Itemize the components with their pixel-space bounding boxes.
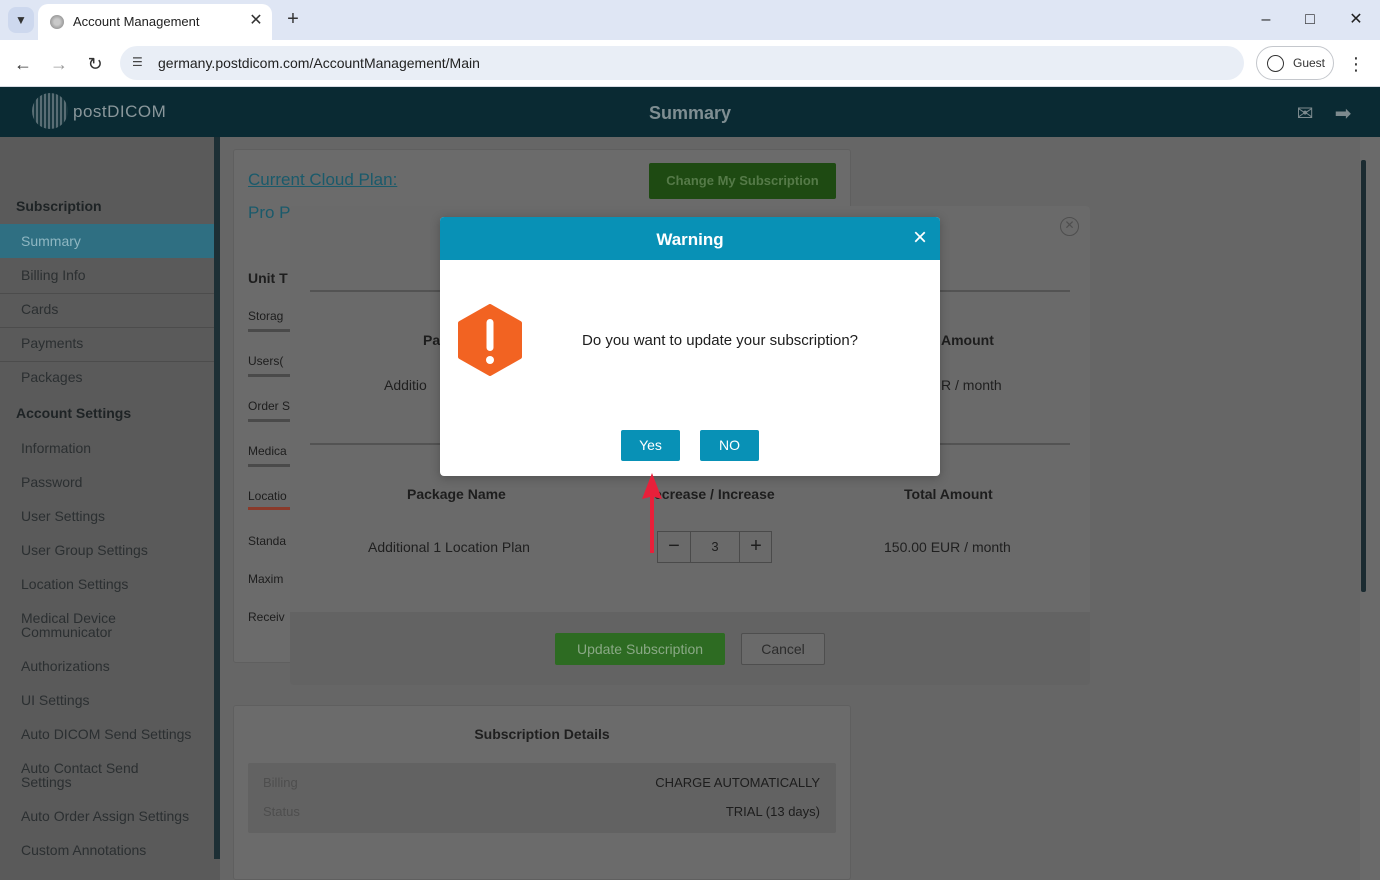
support-ticket-icon[interactable]: ✉ [1292, 101, 1318, 125]
sidebar-divider [0, 361, 214, 362]
sidebar-item-location-settings[interactable]: Location Settings [0, 577, 214, 591]
amount-heading: Amount [941, 332, 994, 348]
profile-label: Guest [1293, 56, 1326, 70]
sidebar-item-auto-dicom-send-settings[interactable]: Auto DICOM Send Settings [0, 727, 214, 741]
sidebar-item-ui-settings[interactable]: UI Settings [0, 693, 214, 707]
current-cloud-plan-link[interactable]: Current Cloud Plan: [248, 170, 397, 190]
plan-name: Pro P [248, 203, 291, 222]
unit-storage-label: Storag [248, 309, 284, 323]
sidebar-item-cards[interactable]: Cards [0, 302, 214, 316]
sidebar-item-password[interactable]: Password [0, 475, 214, 489]
unit-users-label: Users( [248, 354, 284, 368]
browser-tab[interactable]: Account Management ✕ [38, 4, 272, 40]
billing-value: CHARGE AUTOMATICALLY [655, 775, 820, 790]
total-amount-cell: 150.00 EUR / month [884, 539, 1011, 555]
unit-maximum-label: Maxim [248, 572, 284, 586]
warning-message: Do you want to update your subscription? [582, 332, 858, 349]
browser-menu-icon[interactable]: ⋮ [1346, 52, 1366, 76]
profile-button[interactable]: Guest [1256, 46, 1334, 80]
sidebar-item-user-settings[interactable]: User Settings [0, 509, 214, 523]
url-text[interactable]: germany.postdicom.com/AccountManagement/… [158, 55, 480, 71]
subscription-details-box [248, 763, 836, 833]
sidebar-item-summary[interactable]: Summary [0, 224, 214, 258]
sidebar-item-auto-contact-send-settings[interactable]: Auto Contact Send Settings [0, 761, 150, 789]
yes-button[interactable]: Yes [621, 430, 680, 461]
sidebar-item-billing-info[interactable]: Billing Info [0, 268, 214, 282]
unit-medical-label: Medica [248, 444, 287, 458]
update-subscription-button[interactable]: Update Subscription [555, 633, 725, 665]
window-close-icon[interactable]: ✕ [1344, 8, 1368, 32]
package-name-heading: Pa [423, 332, 441, 348]
unit-usage-bar [248, 464, 292, 467]
sidebar-section-account-settings: Account Settings [16, 405, 132, 421]
unit-usage-bar [248, 374, 292, 377]
unit-usage-bar [248, 329, 292, 332]
tab-close-icon[interactable]: ✕ [246, 11, 266, 31]
page-scrollbar-thumb[interactable] [1361, 160, 1366, 592]
maximize-icon[interactable]: □ [1298, 8, 1322, 32]
unit-usage-bar [248, 507, 292, 510]
billing-label: Billing [263, 775, 298, 790]
browser-tabstrip: ▼ Account Management ✕ + – □ ✕ [0, 0, 1380, 40]
sidebar-divider [0, 327, 214, 328]
page-title: Summary [648, 103, 732, 123]
favicon-icon [50, 15, 64, 29]
warning-dialog-header: Warning × [440, 217, 940, 260]
quantity-stepper: − 3 + [657, 531, 772, 563]
warning-close-icon[interactable]: × [908, 226, 932, 251]
red-pointer-arrow-icon [642, 473, 662, 553]
app-header: postDICOM Summary ✉ ➡ [0, 87, 1380, 137]
forward-arrow-icon[interactable]: → [47, 52, 71, 76]
new-tab-plus-icon[interactable]: + [282, 8, 304, 30]
sidebar-item-authorizations[interactable]: Authorizations [0, 659, 214, 673]
no-button[interactable]: NO [700, 430, 759, 461]
change-subscription-button[interactable]: Change My Subscription [649, 163, 836, 199]
subscription-details-title: Subscription Details [474, 726, 610, 742]
unit-type-heading: Unit T [248, 270, 288, 286]
unit-receive-label: Receiv [248, 610, 285, 624]
amount-cell: R / month [941, 377, 1002, 393]
sidebar-section-subscription: Subscription [16, 198, 102, 214]
tab-search-chevron-icon[interactable]: ▼ [8, 7, 34, 33]
cancel-button[interactable]: Cancel [741, 633, 825, 665]
logout-icon[interactable]: ➡ [1330, 101, 1356, 125]
sidebar-item-information[interactable]: Information [0, 441, 214, 455]
package-name-cell: Additional 1 Location Plan [368, 539, 530, 555]
reload-icon[interactable]: ↻ [83, 52, 107, 76]
profile-icon [1267, 55, 1284, 72]
exclamation-warning-icon [458, 304, 522, 376]
unit-usage-bar [248, 419, 292, 422]
address-bar[interactable]: ☰ germany.postdicom.com/AccountManagemen… [120, 46, 1244, 80]
sidebar-item-custom-annotations[interactable]: Custom Annotations [0, 843, 214, 857]
site-info-icon[interactable]: ☰ [132, 55, 148, 71]
sidebar-item-user-group-settings[interactable]: User Group Settings [0, 543, 214, 557]
decrease-increase-heading: ecrease / Increase [654, 486, 775, 502]
status-value: TRIAL (13 days) [725, 804, 820, 819]
unit-location-label: Locatio [248, 489, 287, 503]
warning-dialog: Warning × Do you want to update your sub… [440, 217, 940, 476]
package-name-cell: Additio [384, 377, 427, 393]
tab-title: Account Management [73, 14, 200, 29]
unit-standard-label: Standa [248, 534, 287, 548]
increase-button[interactable]: + [740, 532, 772, 562]
unit-order-label: Order S [248, 399, 291, 413]
package-name-heading: Package Name [407, 486, 506, 502]
quantity-input[interactable]: 3 [690, 532, 740, 562]
sidebar-divider [0, 293, 214, 294]
minimize-icon[interactable]: – [1254, 8, 1278, 32]
sidebar-item-payments[interactable]: Payments [0, 336, 214, 350]
sidebar-item-packages[interactable]: Packages [0, 370, 214, 384]
back-arrow-icon[interactable]: ← [11, 52, 35, 76]
total-amount-heading: Total Amount [904, 486, 993, 502]
sidebar-item-auto-order-assign-settings[interactable]: Auto Order Assign Settings [0, 809, 214, 823]
package-modal-close-icon[interactable]: ✕ [1060, 217, 1079, 236]
status-label: Status [263, 804, 300, 819]
browser-toolbar: ← → ↻ ☰ germany.postdicom.com/AccountMan… [0, 40, 1380, 87]
sidebar-item-medical-device-communicator[interactable]: Medical Device Communicator [0, 611, 140, 639]
warning-title: Warning [656, 230, 724, 249]
